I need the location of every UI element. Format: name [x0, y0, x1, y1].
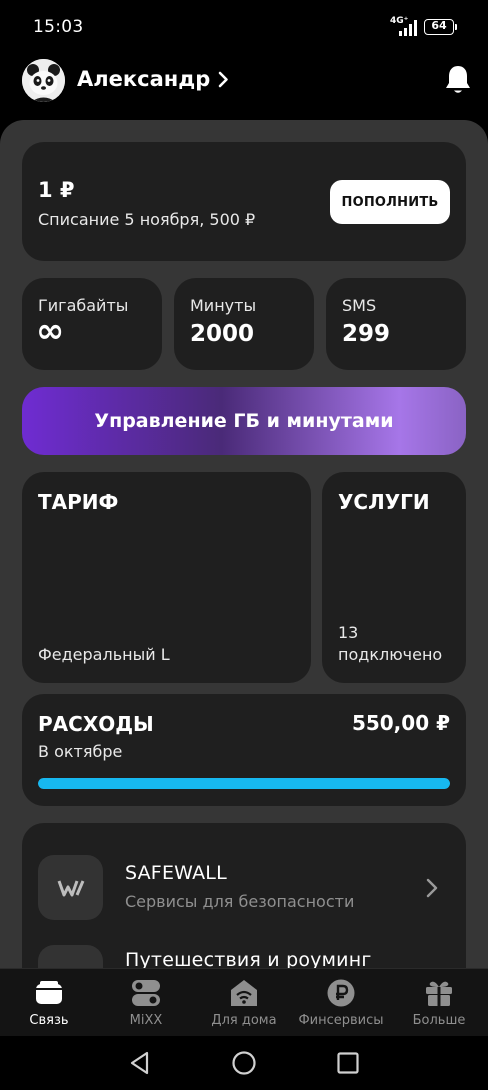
system-nav-bar [0, 1036, 488, 1090]
mixx-icon [132, 980, 160, 1006]
safewall-logo-icon [38, 855, 103, 920]
nav-label: MiXX [129, 1013, 163, 1028]
chevron-right-icon [426, 878, 438, 898]
expenses-progress-bar [38, 778, 450, 789]
nav-tab-svyaz[interactable]: Связь [1, 979, 97, 1031]
nav-tab-finance[interactable]: Финсервисы [293, 979, 389, 1031]
home-wifi-icon [231, 980, 257, 1006]
nav-label: Финсервисы [298, 1013, 384, 1028]
stat-label: SMS [342, 296, 377, 315]
expenses-amount: 550,00 ₽ [351, 711, 450, 735]
stat-value: 2000 [190, 321, 255, 347]
status-bar: 15:03 4G⁺ 64 [0, 0, 488, 56]
tariff-title: ТАРИФ [38, 490, 119, 514]
home-icon[interactable] [231, 1050, 257, 1076]
battery-icon: 64 [424, 19, 454, 35]
gift-icon [426, 981, 452, 1006]
tariff-card[interactable]: ТАРИФ Федеральный L [22, 472, 311, 683]
signal-icon [399, 20, 417, 36]
bottom-nav: Связь MiXX Для дома Финсервисы Больше [0, 968, 488, 1036]
stat-gigabytes[interactable]: Гигабайты ∞ [22, 278, 162, 370]
balance-subtitle: Списание 5 ноября, 500 ₽ [38, 210, 256, 229]
recents-icon[interactable] [335, 1050, 361, 1076]
stat-value: ∞ [36, 311, 65, 351]
bell-icon[interactable] [442, 63, 474, 97]
expenses-progress-fill [38, 778, 450, 789]
topup-button[interactable]: ПОПОЛНИТЬ [330, 180, 450, 224]
expenses-card[interactable]: РАСХОДЫ 550,00 ₽ В октябре [22, 694, 466, 806]
stat-sms[interactable]: SMS 299 [326, 278, 466, 370]
chevron-right-icon [218, 71, 229, 87]
wallet-icon [36, 981, 62, 1004]
services-title: УСЛУГИ [338, 490, 430, 514]
stat-value: 299 [342, 321, 391, 347]
list-item-subtitle: Сервисы для безопасности [125, 892, 355, 911]
services-count-block: 13 подключено [338, 622, 442, 666]
expenses-period: В октябре [38, 742, 123, 761]
nav-label: Для дома [211, 1013, 277, 1028]
nav-tab-home[interactable]: Для дома [196, 979, 292, 1031]
balance-amount: 1 ₽ [38, 178, 75, 202]
list-item-title: SAFEWALL [125, 862, 227, 884]
manage-gb-minutes-button[interactable]: Управление ГБ и минутами [22, 387, 466, 455]
panda-avatar-icon [22, 59, 65, 102]
ruble-icon [327, 979, 355, 1007]
stat-minutes[interactable]: Минуты 2000 [174, 278, 314, 370]
expenses-title: РАСХОДЫ [38, 712, 154, 736]
tariff-name: Федеральный L [38, 645, 170, 664]
nav-label: Связь [29, 1013, 69, 1028]
nav-label: Больше [412, 1013, 466, 1028]
nav-tab-more[interactable]: Больше [391, 979, 487, 1031]
back-icon[interactable] [127, 1050, 153, 1076]
nav-tab-mixx[interactable]: MiXX [98, 979, 194, 1031]
user-name: Александр [77, 67, 211, 91]
balance-card[interactable]: 1 ₽ Списание 5 ноября, 500 ₽ ПОПОЛНИТЬ [22, 142, 466, 261]
avatar[interactable] [22, 59, 65, 102]
profile-link[interactable]: Александр [77, 67, 229, 91]
stat-label: Минуты [190, 296, 257, 315]
services-card[interactable]: УСЛУГИ 13 подключено [322, 472, 466, 683]
battery-tip [455, 24, 457, 30]
list-item-safewall[interactable]: SAFEWALL Сервисы для безопасности [22, 845, 466, 935]
services-status: подключено [338, 645, 443, 664]
services-count: 13 [338, 623, 359, 642]
status-time: 15:03 [33, 17, 84, 37]
